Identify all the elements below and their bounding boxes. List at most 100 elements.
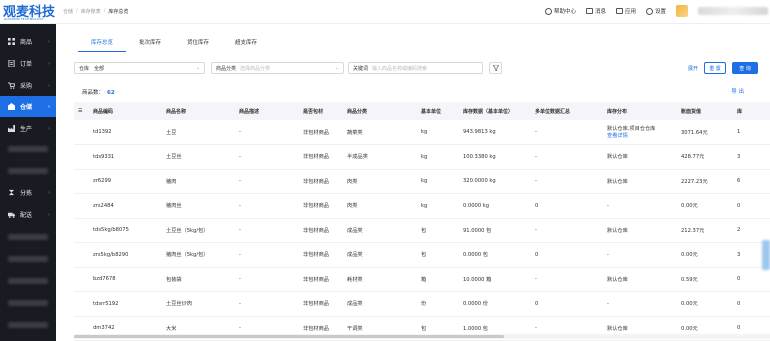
sidebar-item-redacted[interactable] [8, 168, 48, 174]
table-row[interactable]: tdsrr5192 土豆丝炒肉 - 非包材商品 成品类份 0.0000 份 0-0.00元 0 [74, 291, 770, 317]
keyword-input[interactable]: 关键词 输入商品名称或编码搜索 [348, 62, 483, 74]
sidebar-item-production[interactable]: 生产 › [0, 118, 56, 139]
factory-icon [8, 125, 15, 132]
sidebar-item-sorting[interactable]: 分拣 › [0, 182, 56, 203]
table-cell: 212.37元 [677, 218, 733, 243]
inventory-distribution-cell: 默认仓库 [603, 144, 677, 170]
warehouse-select[interactable]: 仓库 全部 ⌄ [74, 62, 205, 74]
warehouse-label: 仓库 [79, 65, 90, 72]
table-cell: 2227.23元 [677, 169, 733, 194]
export-button[interactable]: 导 出 [731, 87, 744, 95]
table-row[interactable]: tds5kg/b8075 土豆丝（5kg/包） - 非包材商品 成品类包 91.0000 … [74, 218, 770, 243]
sidebar-item-warehouse[interactable]: 仓储 › [0, 96, 56, 117]
avatar[interactable] [676, 5, 688, 17]
table-row[interactable]: bzd7678 包装袋 - 非包材商品 耗材类箱 10.0000 箱 - 默认仓库 0.59元 0 [74, 267, 770, 292]
table-cell: 2 [733, 218, 770, 243]
scrollbar-thumb[interactable] [74, 335, 504, 338]
table-cell: 943.9813 kg [459, 120, 531, 145]
order-icon [8, 60, 15, 67]
sidebar-item-goods[interactable]: 商品 › [0, 31, 56, 52]
top-bar: 观麦科技 GUANMAITECHNOLOGY 仓储 / 库存账表 / 库存总览 … [0, 0, 770, 24]
table-cell: 91.0000 包 [459, 218, 531, 243]
help-center-button[interactable]: 帮助中心 [544, 7, 576, 15]
table-cell: 3 [733, 144, 770, 170]
table-cell: kg [417, 193, 459, 219]
table-cell: kg [417, 120, 459, 145]
table-header-row: ☰ 商品编码 商品名称 商品描述 是否包材 商品分类 基本单位 库存数据（基本单… [74, 102, 770, 120]
view-details-link[interactable]: 查看详情 [607, 132, 677, 139]
table-row[interactable]: zrs5kg/b8290 猪肉丝（5kg/包） - 非包材商品 成品类包 0.0000 包… [74, 242, 770, 268]
table-cell: 肉类 [343, 169, 417, 194]
row-spacer-cell [74, 267, 89, 292]
reset-button[interactable]: 重 置 [704, 62, 726, 74]
inventory-table-grid: ☰ 商品编码 商品名称 商品描述 是否包材 商品分类 基本单位 库存数据（基本单… [74, 102, 770, 341]
table-cell: 土豆丝（5kg/包） [162, 218, 235, 243]
breadcrumb-separator: / [103, 8, 106, 14]
main-content: 库存总览 批次库存 货位库存 超支库存 仓库 全部 ⌄ 商品分类 选择商品分类 … [56, 24, 770, 341]
column-settings-icon[interactable]: ☰ [74, 102, 89, 120]
filter-actions: 展开 重 置 查 询 [688, 62, 758, 74]
tab-overspend-inventory[interactable]: 超支库存 [222, 38, 270, 52]
sidebar-item-redacted[interactable] [8, 234, 48, 240]
table-cell: - [235, 193, 299, 219]
gear-icon [645, 7, 653, 15]
inventory-distribution-cell: - [603, 193, 677, 219]
table-cell: 1 [733, 120, 770, 145]
chevron-right-icon: › [48, 211, 50, 218]
sidebar-item-redacted[interactable] [8, 300, 48, 306]
sidebar-item-purchase[interactable]: 采购 › [0, 75, 56, 96]
table-row[interactable]: td1392 土豆 - 非包材商品 蔬菜类 kg 943.9813 kg - 默认仓库,项目仓仓… [74, 120, 770, 145]
horizontal-scrollbar[interactable] [74, 334, 770, 339]
tab-location-inventory[interactable]: 货位库存 [174, 38, 222, 52]
apps-label: 应用 [624, 9, 636, 15]
table-row[interactable]: zrs2484 猪肉丝 - 非包材商品 肉类 kg 0.0000 kg 0-0.00元 0 [74, 193, 770, 219]
settings-button[interactable]: 设置 [645, 7, 666, 15]
table-row[interactable]: zr6299 猪肉 - 非包材商品 肉类 kg 320.0000 kg - 默认仓库 2227.2… [74, 169, 770, 194]
table-cell: 非包材商品 [299, 267, 343, 292]
table-cell: - [531, 120, 603, 145]
column-header: 基本单位 [417, 102, 459, 120]
sidebar-item-redacted[interactable] [8, 322, 48, 328]
column-header: 库存分布 [603, 102, 677, 120]
distribution-text: 默认仓库 [607, 276, 628, 283]
expand-filters-link[interactable]: 展开 [688, 65, 698, 72]
tab-inventory-overview[interactable]: 库存总览 [78, 38, 126, 52]
messages-button[interactable]: 消息 [585, 7, 606, 15]
table-cell: 0 [531, 242, 603, 268]
table-cell: - [235, 144, 299, 170]
table-cell: 份 [417, 291, 459, 317]
row-spacer-cell [74, 218, 89, 243]
breadcrumb-item[interactable]: 仓储 [63, 8, 73, 15]
column-header: 是否包材 [299, 102, 343, 120]
warehouse-value: 全部 [94, 65, 105, 72]
sidebar: 商品 › 订单 › 采购 › 仓储 › 生产 › 分拣 › 配送 › [0, 24, 56, 341]
user-name-redacted[interactable] [698, 7, 768, 15]
table-row[interactable]: tds9331 土豆丝 - 非包材商品 半成品类 kg 100.3380 kg - 默认仓库 42… [74, 144, 770, 170]
column-header: 账面货值 [677, 102, 733, 120]
table-cell: - [235, 242, 299, 268]
floating-side-widget[interactable] [762, 240, 770, 270]
table-cell: 土豆 [162, 120, 235, 145]
table-cell: 0.0000 包 [459, 242, 531, 268]
messages-label: 消息 [594, 9, 606, 15]
goods-count: 商品数： 62 [82, 88, 115, 96]
table-cell: tds9331 [89, 144, 162, 170]
sidebar-item-redacted[interactable] [8, 146, 48, 152]
tab-batch-inventory[interactable]: 批次库存 [126, 38, 174, 52]
sidebar-item-orders[interactable]: 订单 › [0, 53, 56, 74]
apps-button[interactable]: 应用 [615, 7, 636, 15]
table-cell: 3071.64元 [677, 120, 733, 145]
breadcrumb-item[interactable]: 库存账表 [81, 8, 101, 15]
filter-funnel-button[interactable] [489, 62, 502, 74]
sidebar-item-redacted[interactable] [8, 256, 48, 262]
chevron-down-icon: ⌄ [334, 65, 339, 71]
sidebar-item-delivery[interactable]: 配送 › [0, 204, 56, 225]
category-select[interactable]: 商品分类 选择商品分类 ⌄ [211, 62, 344, 74]
row-spacer-cell [74, 120, 89, 145]
logo[interactable]: 观麦科技 GUANMAITECHNOLOGY [0, 0, 56, 24]
query-button[interactable]: 查 询 [732, 62, 758, 74]
table-cell: 0.00元 [677, 291, 733, 317]
sidebar-item-redacted[interactable] [8, 278, 48, 284]
table-cell: - [235, 291, 299, 317]
table-cell: - [531, 169, 603, 194]
